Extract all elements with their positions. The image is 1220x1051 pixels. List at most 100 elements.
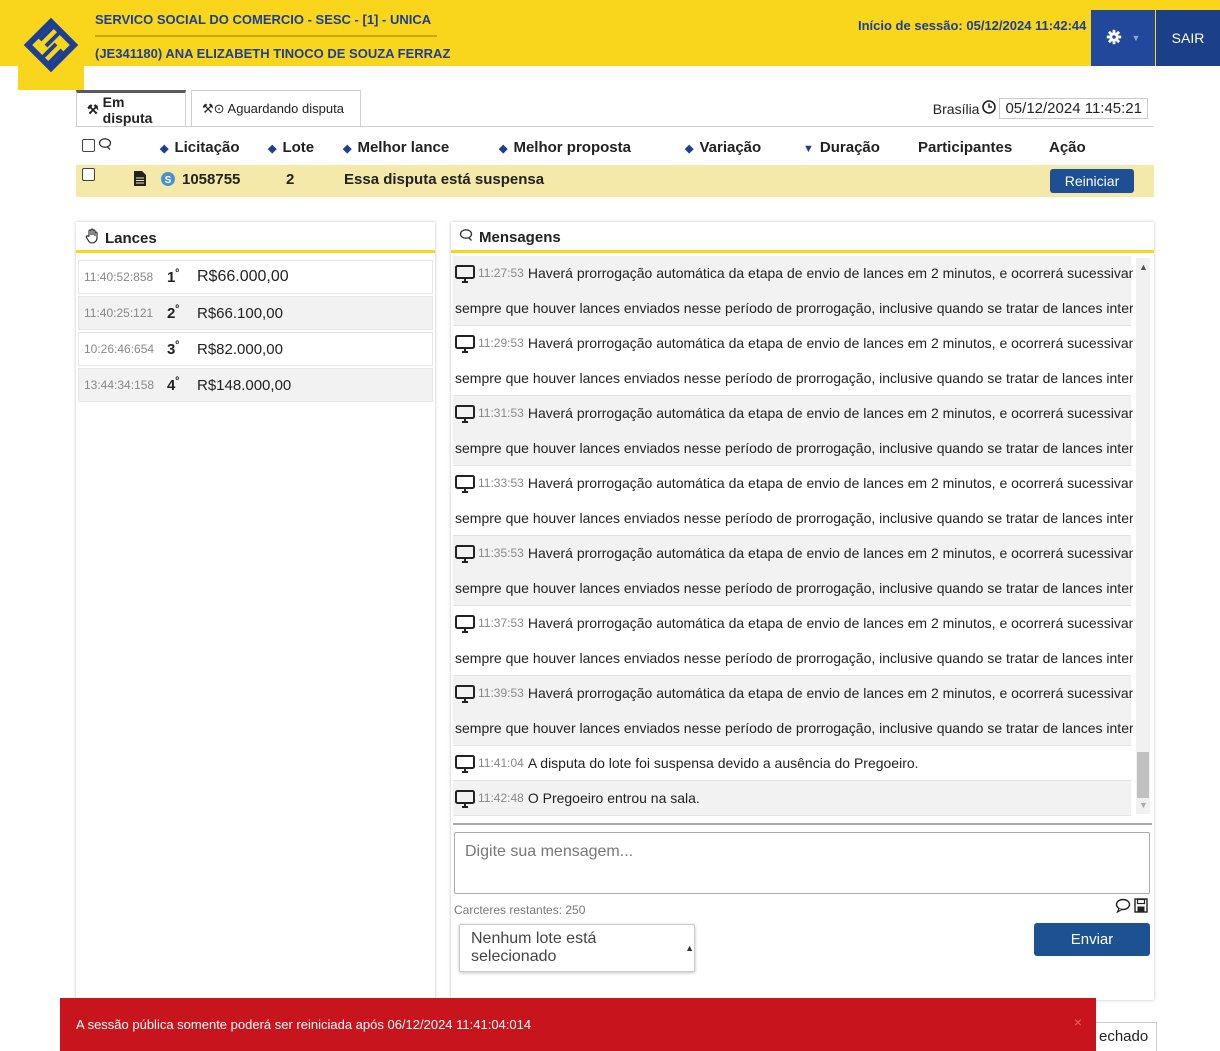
- message-item: 11:42:48 O Pregoeiro entrou na sala.: [453, 781, 1131, 816]
- message-item: 11:41:04 A disputa do lote foi suspensa d…: [453, 746, 1131, 781]
- speech-bubble-icon[interactable]: [1115, 898, 1131, 916]
- document-icon[interactable]: [134, 171, 146, 190]
- session-start: Início de sessão: 05/12/2024 11:42:44: [858, 18, 1087, 33]
- message-text-continued: sempre que houver lances enviados nesse …: [455, 510, 1133, 526]
- message-input[interactable]: [454, 832, 1150, 894]
- message-list[interactable]: 11:27:53 Haverá prorrogação automática da…: [453, 256, 1133, 823]
- lote-number: 2: [286, 171, 295, 188]
- dispute-status: Essa disputa está suspensa: [344, 171, 545, 188]
- col-duracao[interactable]: ▼ Duração: [803, 139, 880, 156]
- gavel-icon: ⚒: [87, 101, 99, 117]
- sort-icon: ◆: [160, 143, 169, 155]
- message-item: 11:27:53 Haverá prorrogação automática da…: [453, 256, 1133, 326]
- disputes-table-header: ◆ Licitação ◆ Lote ◆ Melhor lance ◆ Melhor p…: [76, 131, 1154, 165]
- sort-desc-icon: ▼: [803, 143, 814, 155]
- monitor-icon: [455, 334, 475, 353]
- message-text-continued: sempre que houver lances enviados nesse …: [455, 720, 1133, 736]
- mensagens-panel: Mensagens 11:27:53 Haverá prorrogação aut…: [451, 222, 1154, 1000]
- monitor-icon: [455, 544, 475, 563]
- hand-icon: [84, 228, 100, 248]
- col-melhor-proposta[interactable]: ◆ Melhor proposta: [499, 139, 631, 156]
- close-icon[interactable]: ×: [1074, 1014, 1082, 1030]
- lot-info-icon[interactable]: S: [160, 171, 176, 191]
- table-row: S 1058755 2 Essa disputa está suspensa R…: [76, 165, 1154, 197]
- monitor-icon: [455, 684, 475, 703]
- tab-em-disputa[interactable]: ⚒ Em disputa: [76, 90, 186, 126]
- message-item: 11:29:53 Haverá prorrogação automática da…: [453, 326, 1133, 396]
- message-item: 11:31:53 Haverá prorrogação automática da…: [453, 396, 1133, 466]
- logout-button[interactable]: SAIR: [1156, 10, 1220, 66]
- tab-aguardando-disputa[interactable]: ⚒⊙ Aguardando disputa: [191, 90, 361, 126]
- settings-button[interactable]: ▼: [1091, 10, 1155, 66]
- col-acao: Ação: [1049, 139, 1086, 156]
- error-alert: A sessão pública somente poderá ser rein…: [60, 998, 1096, 1051]
- header-divider: [95, 35, 437, 37]
- user-name: (JE341180) ANA ELIZABETH TINOCO DE SOUZA…: [95, 46, 451, 61]
- message-item: 11:37:53 Haverá prorrogação automática da…: [453, 606, 1133, 676]
- monitor-icon: [455, 789, 475, 808]
- clock-icon: [982, 100, 997, 117]
- gavel-clock-icon: ⚒⊙: [202, 100, 225, 116]
- message-time: 11:29:53: [478, 336, 524, 350]
- lances-title: Lances: [84, 228, 157, 248]
- message-time: 11:39:53: [478, 686, 524, 700]
- caret-down-icon: ▼: [1131, 33, 1141, 43]
- licitacao-number: 1058755: [182, 171, 241, 188]
- col-lote[interactable]: ◆ Lote: [268, 139, 314, 156]
- message-text-continued: sempre que houver lances enviados nesse …: [455, 300, 1133, 316]
- message-time: 11:31:53: [478, 406, 524, 420]
- scroll-thumb[interactable]: [1137, 752, 1149, 798]
- message-time: 11:42:48: [478, 791, 524, 805]
- caret-up-icon: ▲: [685, 943, 694, 953]
- clock-datetime: 05/12/2024 11:45:21: [999, 98, 1148, 119]
- sort-icon: ◆: [499, 143, 508, 155]
- col-variacao[interactable]: ◆ Variação: [685, 139, 761, 156]
- message-text: A disputa do lote foi suspensa devido a …: [527, 755, 919, 771]
- lot-select[interactable]: Nenhum lote está selecionado ▲: [459, 924, 695, 972]
- mensagens-title: Mensagens: [459, 228, 561, 246]
- tabs-divider: [76, 126, 1154, 127]
- select-all-checkbox[interactable]: [82, 139, 95, 156]
- message-text-continued: sempre que houver lances enviados nesse …: [455, 440, 1133, 456]
- clock-city: Brasília: [932, 100, 980, 117]
- gear-icon: [1106, 29, 1122, 48]
- message-time: 11:33:53: [478, 476, 524, 490]
- row-checkbox[interactable]: [82, 168, 95, 185]
- sort-icon: ◆: [685, 143, 694, 155]
- alert-text: A sessão pública somente poderá ser rein…: [76, 1017, 532, 1032]
- message-text-continued: sempre que houver lances enviados nesse …: [455, 650, 1133, 666]
- mensagens-accent-bar: [451, 250, 1154, 253]
- scroll-down-icon[interactable]: ▼: [1139, 800, 1148, 810]
- enviar-button[interactable]: Enviar: [1034, 923, 1150, 956]
- chat-icon: [98, 137, 112, 155]
- message-text: Haverá prorrogação automática da etapa d…: [527, 405, 1133, 421]
- message-separator: [453, 823, 1152, 825]
- server-clock: Brasília 05/12/2024 11:45:21: [933, 98, 1148, 119]
- bid-row: 11:40:52:858 1º R$66.000,00: [78, 260, 433, 294]
- message-text: Haverá prorrogação automática da etapa d…: [527, 335, 1133, 351]
- bank-logo: [18, 12, 84, 90]
- chat-icon: [459, 228, 474, 246]
- top-header: SERVICO SOCIAL DO COMERCIO - SESC - [1] …: [0, 0, 1220, 66]
- col-participantes: Participantes: [918, 139, 1013, 156]
- organization-name: SERVICO SOCIAL DO COMERCIO - SESC - [1] …: [95, 12, 432, 27]
- message-tools: [1115, 898, 1148, 916]
- message-text: Haverá prorrogação automática da etapa d…: [527, 615, 1133, 631]
- remaining-characters: Carcteres restantes: 250: [454, 903, 586, 917]
- message-time: 11:27:53: [478, 266, 524, 280]
- scroll-up-icon[interactable]: ▲: [1139, 262, 1148, 272]
- message-text: Haverá prorrogação automática da etapa d…: [527, 475, 1133, 491]
- col-melhor-lance[interactable]: ◆ Melhor lance: [343, 139, 449, 156]
- tab-fechado[interactable]: echado: [1090, 1022, 1158, 1051]
- message-scrollbar[interactable]: ▲ ▼: [1136, 258, 1150, 814]
- monitor-icon: [455, 614, 475, 633]
- message-text: Haverá prorrogação automática da etapa d…: [527, 685, 1133, 701]
- message-text-continued: sempre que houver lances enviados nesse …: [455, 370, 1133, 386]
- bid-row: 11:40:25:121 2º R$66.100,00: [78, 296, 433, 330]
- message-time: 11:37:53: [478, 616, 524, 630]
- save-icon[interactable]: [1134, 898, 1148, 916]
- monitor-icon: [455, 264, 475, 283]
- reiniciar-button[interactable]: Reiniciar: [1050, 169, 1134, 193]
- message-time: 11:35:53: [478, 546, 524, 560]
- col-licitacao[interactable]: ◆ Licitação: [160, 139, 240, 156]
